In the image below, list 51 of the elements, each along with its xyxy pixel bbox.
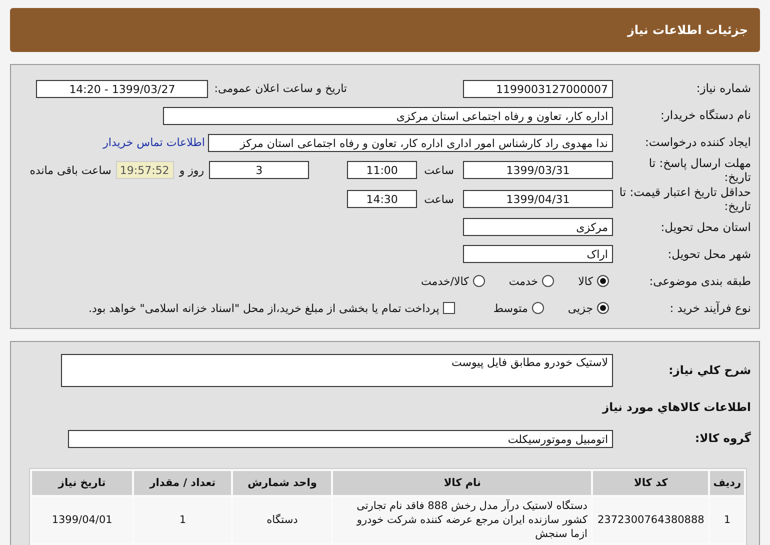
remaining-label: ساعت باقی مانده xyxy=(28,164,112,177)
checkbox[interactable] xyxy=(443,302,456,314)
need-number-field: 1199003127000007 xyxy=(463,80,613,98)
field-label: شهر محل تحویل: xyxy=(666,246,751,262)
radio-button[interactable] xyxy=(597,302,609,314)
time-field: 11:00 xyxy=(347,161,418,180)
radio-label: متوسط xyxy=(493,302,528,314)
radio-label: کالا xyxy=(578,274,593,288)
page-title: جزئیات اطلاعات نیاز xyxy=(627,23,748,37)
field-label: شماره نیاز: xyxy=(695,81,751,96)
column-header: تاریخ نیاز xyxy=(32,470,132,494)
time-label: ساعت xyxy=(423,164,455,177)
radio-label: جزیی xyxy=(568,302,593,314)
date-field: 1399/04/31 xyxy=(463,190,613,208)
days-field: 3 xyxy=(209,161,310,180)
buyer-contact-link[interactable]: اطلاعات تماس خریدار xyxy=(103,136,205,149)
radio-button[interactable] xyxy=(532,302,544,314)
radio-button[interactable] xyxy=(472,275,485,287)
city-field: اراک xyxy=(463,245,613,263)
field-label: حداقل تاریخ اعتبار قیمت: تا تاریخ: xyxy=(618,184,751,214)
field-label: شرح کلي نياز: xyxy=(668,363,751,378)
radio-label: خدمت xyxy=(508,274,538,288)
time-field: 14:30 xyxy=(347,190,418,208)
requester-field: ندا مهدوی راد کارشناس امور اداری اداره کار، تعاون و رفاه اجتماعی استان مرکز xyxy=(208,134,613,152)
radio-button[interactable] xyxy=(597,275,609,287)
radio-label: کالا/خدمت xyxy=(421,274,469,288)
field-label: استان محل تحویل: xyxy=(660,220,751,234)
field-label: ایجاد کننده درخواست: xyxy=(644,135,751,150)
description-field: لاستیک خودرو مطابق فایل پیوست xyxy=(61,354,613,387)
days-label: روز و xyxy=(178,164,206,177)
field-label: نوع فرآیند خرید : xyxy=(668,300,751,316)
buyer-field: اداره کار، تعاون و رفاه اجتماعی استان مرکزی xyxy=(163,106,613,124)
column-header: کد کالا xyxy=(593,470,708,494)
province-field: مرکزی xyxy=(463,218,613,236)
time-label: ساعت xyxy=(423,192,455,206)
column-header: واحد شمارش xyxy=(233,470,332,494)
column-header: ردیف xyxy=(710,470,744,494)
checkbox-label: پرداخت تمام یا بخشی از مبلغ خرید،از محل "اسناد خزانه اسلامی" خواهد بود. xyxy=(88,302,440,314)
column-header: تعداد / مقدار xyxy=(134,470,232,494)
field-label: مهلت ارسال پاسخ: تا تاریخ: xyxy=(648,156,751,185)
field-label: طبقه بندی موضوعی: xyxy=(648,274,751,288)
remaining-time-field: 19:57:52 xyxy=(116,161,174,180)
announcement-field: 1399/03/27 - 14:20 xyxy=(36,80,208,98)
date-field: 1399/03/31 xyxy=(463,161,613,180)
field-label: نام دستگاه خریدار: xyxy=(659,108,751,123)
field-label: گروه کالا: xyxy=(694,431,751,446)
section-heading: اطلاعات کالاهاي مورد نياز xyxy=(601,400,751,414)
field-label: تاریخ و ساعت اعلان عمومی: xyxy=(213,82,348,95)
column-header: نام کالا xyxy=(333,470,592,494)
radio-button[interactable] xyxy=(542,275,554,287)
goods-group-field: اتومبیل وموتورسیکلت xyxy=(68,430,613,448)
